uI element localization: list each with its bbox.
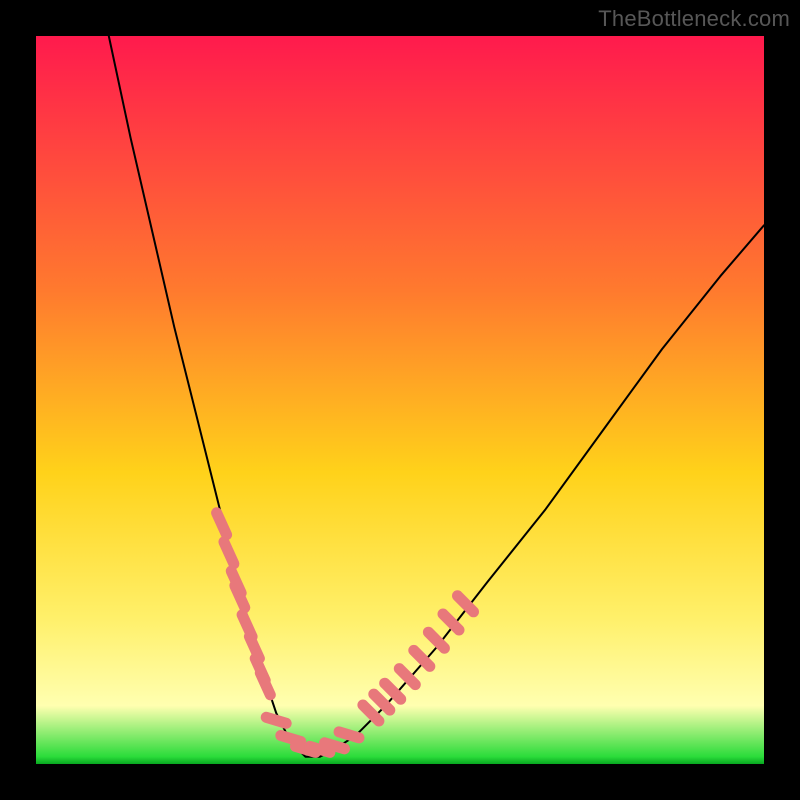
fit-markers-left xyxy=(217,513,227,535)
chart-svg xyxy=(36,36,764,764)
fit-markers-right xyxy=(385,683,401,699)
fit-markers-bottom xyxy=(325,743,345,749)
plot-area xyxy=(36,36,764,764)
fit-markers-left xyxy=(224,542,234,564)
watermark-label: TheBottleneck.com xyxy=(598,6,790,32)
bottleneck-curve xyxy=(109,36,764,757)
fit-markers-right xyxy=(363,705,379,721)
fit-markers-right xyxy=(414,650,430,666)
fit-markers-right xyxy=(399,669,415,685)
fit-markers-bottom xyxy=(281,736,301,742)
fit-markers-right xyxy=(443,614,459,630)
fit-markers-bottom xyxy=(339,732,359,738)
fit-markers-right xyxy=(458,596,474,612)
chart-frame: TheBottleneck.com xyxy=(0,0,800,800)
fit-markers-right xyxy=(428,632,444,648)
fit-markers-right xyxy=(374,694,390,710)
fit-markers-bottom xyxy=(266,717,286,723)
